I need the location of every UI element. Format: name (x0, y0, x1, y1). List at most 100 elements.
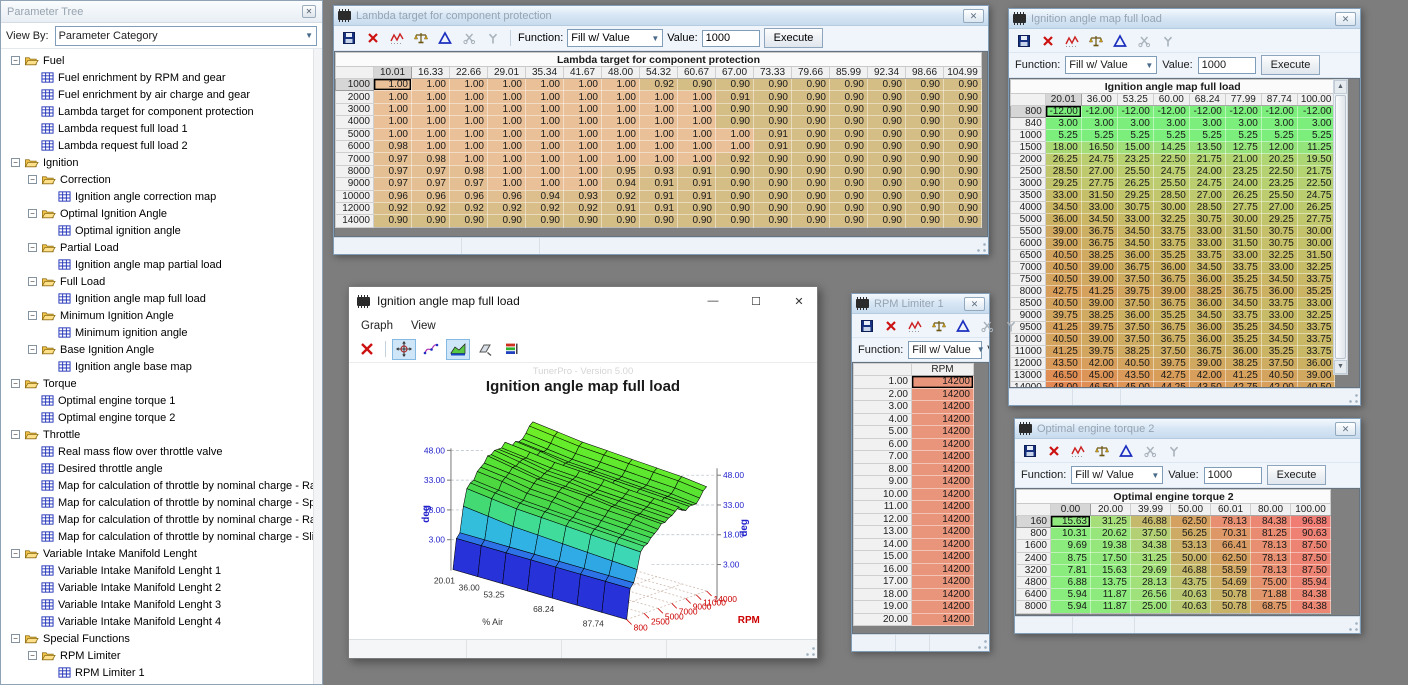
row-header[interactable]: 2400 (1017, 552, 1051, 564)
table-cell[interactable]: 31.25 (1131, 552, 1171, 564)
table-cell[interactable]: 31.50 (1081, 190, 1117, 202)
table-cell[interactable]: 1.00 (602, 103, 640, 115)
table-cell[interactable]: 5.94 (1051, 589, 1091, 601)
table-cell[interactable]: -12.00 (1225, 106, 1261, 118)
row-header[interactable]: 840 (1011, 118, 1046, 130)
table-cell[interactable]: 36.00 (1153, 262, 1189, 274)
table-cell[interactable]: 0.90 (868, 79, 906, 91)
table-cell[interactable]: 5.25 (1117, 130, 1153, 142)
row-header[interactable]: 7500 (1011, 274, 1046, 286)
row-header[interactable]: 8000 (1011, 286, 1046, 298)
table-cell[interactable]: 14200 (912, 438, 974, 451)
delta-icon[interactable] (435, 29, 455, 47)
table-cell[interactable]: 33.75 (1297, 322, 1335, 334)
table-cell[interactable]: 19.50 (1297, 154, 1335, 166)
table-cell[interactable]: 0.92 (602, 190, 640, 202)
table-cell[interactable]: 30.00 (1297, 226, 1335, 238)
row-header[interactable]: 6000 (1011, 238, 1046, 250)
tree-map-item[interactable]: Desired throttle angle (3, 460, 322, 477)
table-cell[interactable]: 18.00 (1045, 142, 1081, 154)
table-cell[interactable]: 50.78 (1211, 601, 1251, 613)
row-header[interactable]: 4000 (1011, 202, 1046, 214)
row-header[interactable]: 7000 (1011, 262, 1046, 274)
table-cell[interactable]: 0.98 (450, 165, 488, 177)
column-header[interactable]: 104.99 (944, 67, 982, 79)
row-header[interactable]: 1000 (336, 79, 374, 91)
table-cell[interactable]: 37.50 (1153, 346, 1189, 358)
table-cell[interactable]: 78.13 (1251, 540, 1291, 552)
table-cell[interactable]: 0.97 (374, 153, 412, 165)
row-header[interactable]: 12.00 (854, 513, 912, 526)
tree-folder-item[interactable]: −Ignition (3, 154, 322, 171)
table-cell[interactable]: 38.25 (1225, 358, 1261, 370)
column-header[interactable]: 0.00 (1051, 504, 1091, 516)
table-cell[interactable]: 0.90 (412, 215, 450, 227)
table-cell[interactable]: 23.25 (1225, 166, 1261, 178)
table-cell[interactable]: 19.38 (1091, 540, 1131, 552)
table-cell[interactable]: 0.90 (716, 116, 754, 128)
pan-icon[interactable] (392, 339, 416, 360)
table-cell[interactable]: 39.00 (1081, 334, 1117, 346)
expand-toggle-icon[interactable]: − (11, 549, 20, 558)
column-header[interactable]: 100.00 (1297, 94, 1335, 106)
table-cell[interactable]: 33.00 (1117, 214, 1153, 226)
table-cell[interactable]: 27.00 (1081, 166, 1117, 178)
table-cell[interactable]: 58.59 (1211, 564, 1251, 576)
table-cell[interactable]: 24.75 (1081, 154, 1117, 166)
tree-map-item[interactable]: Optimal engine torque 1 (3, 392, 322, 409)
table-cell[interactable]: 1.00 (412, 79, 450, 91)
scales-icon[interactable] (411, 29, 431, 47)
table-cell[interactable]: 12.75 (1225, 142, 1261, 154)
tree-folder-item[interactable]: −Variable Intake Manifold Lenght (3, 545, 322, 562)
table-cell[interactable]: 36.75 (1225, 286, 1261, 298)
table-cell[interactable]: 0.97 (374, 165, 412, 177)
row-header[interactable]: 6000 (336, 140, 374, 152)
table-cell[interactable]: 28.13 (1131, 576, 1171, 588)
table-cell[interactable]: 0.91 (640, 202, 678, 214)
table-cell[interactable]: 0.96 (450, 190, 488, 202)
table-cell[interactable]: 1.00 (450, 153, 488, 165)
table-cell[interactable]: 70.31 (1211, 528, 1251, 540)
table-cell[interactable]: 1.00 (602, 153, 640, 165)
table-cell[interactable]: 0.90 (944, 103, 982, 115)
execute-button[interactable]: Execute (1267, 465, 1327, 485)
tree-map-item[interactable]: Fuel enrichment by air charge and gear (3, 86, 322, 103)
table-cell[interactable]: 28.50 (1045, 166, 1081, 178)
table-cell[interactable]: 34.38 (1131, 540, 1171, 552)
close-icon[interactable]: ✕ (1335, 12, 1356, 26)
row-header[interactable]: 18.00 (854, 588, 912, 601)
table-cell[interactable]: 0.90 (450, 215, 488, 227)
value-input[interactable]: 1000 (1198, 57, 1256, 74)
table-cell[interactable]: 42.75 (1153, 370, 1189, 382)
vertical-scrollbar[interactable]: ▲ ▼ (1333, 79, 1348, 375)
table-cell[interactable]: 0.96 (374, 190, 412, 202)
table-cell[interactable]: 36.00 (1045, 214, 1081, 226)
table-cell[interactable]: 0.90 (830, 190, 868, 202)
row-header[interactable]: 8500 (1011, 298, 1046, 310)
table-cell[interactable]: 1.00 (526, 178, 564, 190)
table-cell[interactable]: 0.90 (830, 215, 868, 227)
table-cell[interactable]: -12.00 (1081, 106, 1117, 118)
row-header[interactable]: 16.00 (854, 563, 912, 576)
table-cell[interactable]: 30.00 (1225, 214, 1261, 226)
table-cell[interactable]: 1.00 (716, 140, 754, 152)
table-cell[interactable]: 1.00 (640, 153, 678, 165)
table-cell[interactable]: 0.90 (830, 103, 868, 115)
expand-toggle-icon[interactable]: − (28, 277, 37, 286)
resize-grip[interactable] (804, 645, 816, 657)
table-cell[interactable]: 30.00 (1297, 238, 1335, 250)
table-cell[interactable]: 1.00 (488, 153, 526, 165)
table-cell[interactable]: 34.50 (1045, 202, 1081, 214)
table-cell[interactable]: 24.75 (1297, 190, 1335, 202)
table-cell[interactable]: 3.00 (1153, 118, 1189, 130)
column-header[interactable]: 54.32 (640, 67, 678, 79)
table-cell[interactable]: 36.00 (1117, 310, 1153, 322)
table-cell[interactable]: 1.00 (488, 128, 526, 140)
row-header[interactable]: 7000 (336, 153, 374, 165)
resize-grip[interactable] (975, 241, 987, 253)
column-header[interactable]: 79.66 (792, 67, 830, 79)
tree-folder-item[interactable]: −Fuel (3, 52, 322, 69)
table-cell[interactable]: 30.75 (1117, 202, 1153, 214)
column-header[interactable]: 100.00 (1291, 504, 1331, 516)
table-cell[interactable]: 0.90 (716, 202, 754, 214)
